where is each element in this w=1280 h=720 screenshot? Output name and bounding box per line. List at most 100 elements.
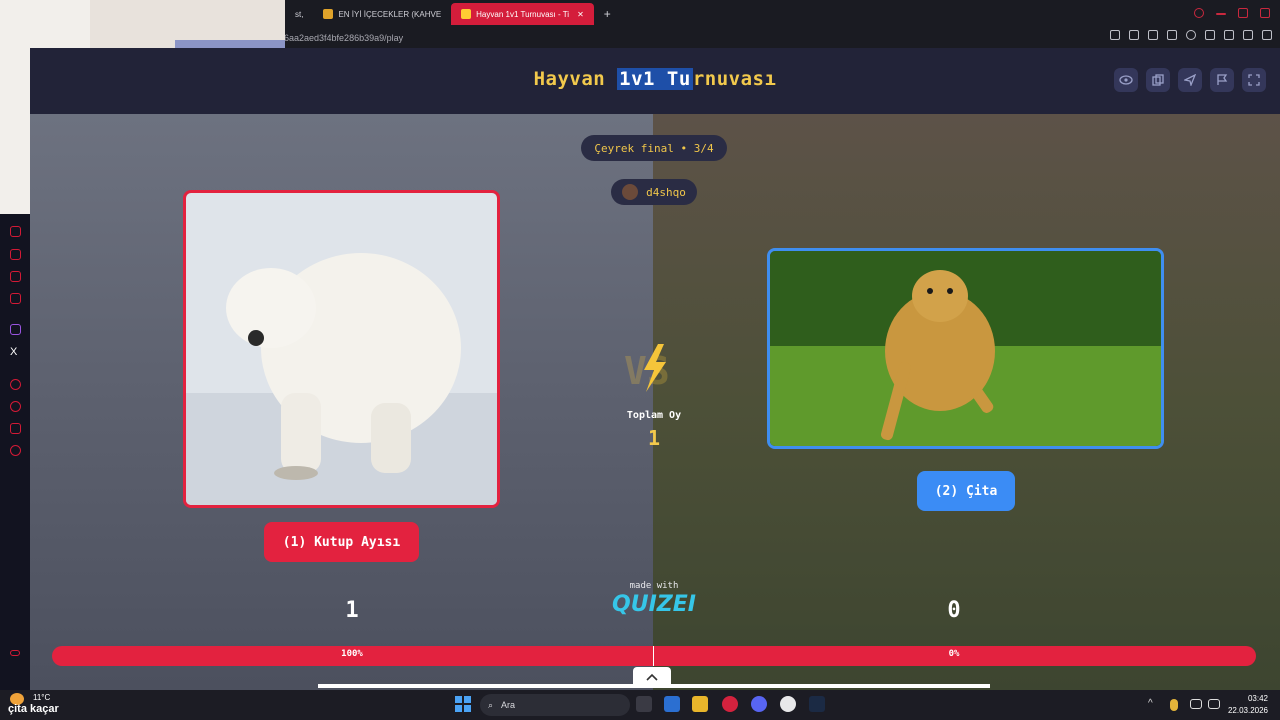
bottom-scroll-indicator [318, 684, 990, 688]
search-icon[interactable] [1194, 8, 1204, 18]
sidebar-aria-icon[interactable] [10, 226, 21, 237]
right-percent: 0% [948, 649, 960, 659]
sidebar-toggle-icon[interactable] [10, 650, 20, 656]
ai-icon[interactable] [1243, 30, 1253, 40]
tab-label: EN İYİ İÇECEKLER (KAHVE [338, 9, 442, 19]
stream-overlay-text: çita kaçar [8, 703, 59, 715]
title-part: Hayvan [533, 68, 618, 90]
vote-progress-bar: 100% 0% [52, 646, 1256, 666]
left-percent: 100% [341, 649, 363, 659]
right-vote-count: 0 [947, 598, 961, 623]
left-vote-count: 1 [345, 598, 359, 623]
sidebar-settings-icon[interactable] [10, 445, 21, 456]
page-title: Hayvan 1v1 Tu rnuvası [30, 68, 1280, 90]
vs-logo-icon: VS [624, 344, 670, 393]
search-icon: ⌕ [488, 699, 494, 710]
maximize-icon[interactable] [1238, 8, 1248, 18]
send-icon [1184, 74, 1196, 86]
sidebar-messenger-icon[interactable] [10, 271, 21, 282]
window-controls [1194, 8, 1270, 18]
user-badge: d4shqo [611, 179, 697, 205]
menu-icon[interactable] [1262, 30, 1272, 40]
option-card-left[interactable] [183, 190, 500, 508]
system-clock[interactable]: 03:42 22.03.2026 [1228, 693, 1268, 717]
clock-date: 22.03.2026 [1227, 706, 1268, 715]
tab-label: Hayvan 1v1 Turnuvası - Ti [476, 9, 570, 19]
sidebar-player-icon[interactable] [10, 379, 21, 390]
sidebar-twitch-icon[interactable] [10, 324, 21, 335]
header-actions [1114, 68, 1266, 92]
tab-favicon-icon [461, 9, 472, 19]
sidebar-m-icon[interactable] [10, 293, 21, 304]
vote-button-left[interactable]: (1) Kutup Ayısı [264, 522, 419, 562]
total-votes-label: Toplam Oy [626, 410, 682, 421]
polar-bear-image [186, 193, 497, 505]
eye-icon [1119, 75, 1133, 85]
username: d4shqo [646, 185, 686, 199]
sidebar-shop-icon[interactable] [10, 249, 21, 260]
weather-temp: 11°C [33, 693, 51, 702]
snapshot-icon[interactable] [1129, 30, 1139, 40]
view-button[interactable] [1114, 68, 1138, 92]
tab-label: st, [295, 9, 304, 19]
taskbar-search[interactable]: ⌕ Ara [480, 694, 630, 716]
browser-toolbar-icons [1110, 30, 1272, 40]
copy-button[interactable] [1146, 68, 1170, 92]
fullscreen-icon [1248, 74, 1260, 86]
chrome-icon[interactable] [780, 696, 796, 712]
total-votes-value: 1 [647, 426, 661, 450]
cheetah-image [770, 251, 1161, 446]
play-icon[interactable] [1167, 30, 1177, 40]
clock-time: 03:42 [1247, 694, 1268, 703]
report-button[interactable] [1210, 68, 1234, 92]
opera-gx-icon[interactable] [722, 696, 738, 712]
stage-badge: Çeyrek final • 3/4 [581, 135, 727, 161]
file-explorer-icon[interactable] [692, 696, 708, 712]
option-card-right[interactable] [767, 248, 1164, 449]
avatar [622, 184, 639, 200]
network-icon[interactable] [1190, 699, 1202, 709]
steam-icon[interactable] [809, 696, 825, 712]
browser-tab-active[interactable]: Hayvan 1v1 Turnuvası - Ti ✕ [451, 3, 594, 25]
discord-icon[interactable] [751, 696, 767, 712]
close-window-icon[interactable] [1260, 8, 1270, 18]
title-highlight: 1v1 Tu [617, 68, 693, 90]
flag-icon [1217, 74, 1228, 85]
volume-icon[interactable] [1208, 699, 1220, 709]
heart-icon[interactable] [1186, 30, 1196, 40]
search-placeholder: Ara [501, 700, 516, 710]
chevron-up-icon [646, 673, 658, 681]
shield-icon[interactable] [1148, 30, 1158, 40]
windows-start-icon[interactable] [455, 696, 471, 712]
close-tab-icon[interactable]: ✕ [577, 10, 584, 19]
sidebar-history-icon[interactable] [10, 401, 21, 412]
tab-favicon-icon [323, 9, 334, 19]
new-tab-button[interactable]: + [594, 3, 621, 25]
progress-divider [653, 646, 654, 666]
title-part: rnuvası [692, 68, 777, 90]
browser-tab[interactable]: EN İYİ İÇECEKLER (KAHVE [313, 3, 451, 25]
store-icon[interactable] [664, 696, 680, 712]
task-view-icon[interactable] [636, 696, 652, 712]
download-icon[interactable] [1224, 30, 1234, 40]
minimize-icon[interactable] [1216, 13, 1226, 15]
profile-icon[interactable] [1205, 30, 1215, 40]
chevron-up-icon[interactable]: ^ [1148, 698, 1153, 709]
microphone-icon[interactable] [1170, 699, 1178, 711]
vote-button-right[interactable]: (2) Çita [917, 471, 1015, 511]
quizei-logo[interactable]: QUIZEI [600, 592, 708, 617]
sidebar-extensions-icon[interactable] [10, 423, 21, 434]
share-button[interactable] [1178, 68, 1202, 92]
sidebar-x-icon[interactable]: X [10, 346, 17, 358]
app-header: Hayvan 1v1 Tu rnuvası [30, 48, 1280, 114]
fullscreen-button[interactable] [1242, 68, 1266, 92]
svg-text:VS: VS [624, 349, 670, 393]
url-text: 6aa2aed3f4bfe286b39a9/play [284, 33, 404, 43]
browser-sidebar: X [0, 214, 30, 690]
made-with-label: made with [629, 581, 679, 591]
browser-tab[interactable]: st, [285, 3, 313, 25]
tournament-app: Hayvan 1v1 Tu rnuvası Çeyrek final • 3/4 … [30, 48, 1280, 690]
pin-icon[interactable] [1110, 30, 1120, 40]
copy-icon [1152, 74, 1164, 86]
windows-taskbar: 11°C çita kaçar ⌕ Ara ^ 03:42 22.03.2026 [0, 690, 1280, 720]
